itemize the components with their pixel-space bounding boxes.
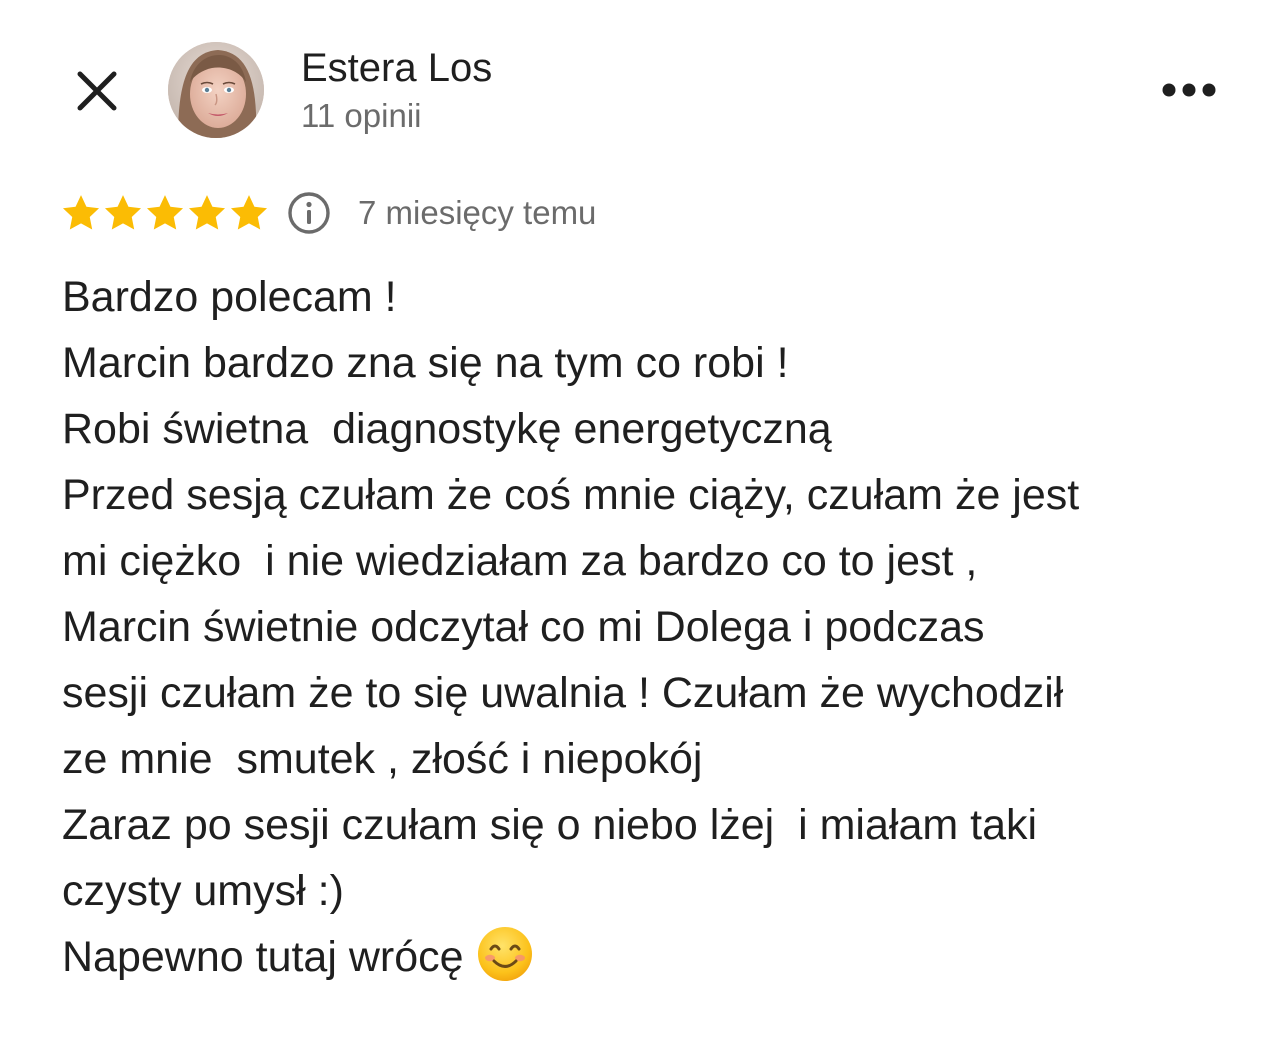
- review-line-text: Napewno tutaj wrócę: [62, 933, 464, 981]
- close-icon: [77, 71, 117, 111]
- review-line: Bardzo polecam !: [62, 273, 397, 321]
- info-button[interactable]: [286, 190, 332, 236]
- review-line: sesji czułam że to się uwalnia ! Czułam …: [62, 669, 1064, 717]
- star-icon: [104, 195, 142, 230]
- review-line: Marcin bardzo zna się na tym co robi !: [62, 339, 789, 387]
- more-horizontal-icon: [1162, 83, 1216, 97]
- star-rating: [60, 192, 270, 234]
- close-button[interactable]: [66, 60, 128, 122]
- review-line: mi ciężko i nie wiedziałam za bardzo co …: [62, 537, 978, 585]
- rating-row: 7 miesięcy temu: [60, 186, 596, 240]
- star-icon: [230, 195, 268, 230]
- review-text: Bardzo polecam ! Marcin bardzo zna się n…: [62, 264, 1252, 1002]
- star-icon: [146, 195, 184, 230]
- profile-photo-icon: [168, 42, 264, 138]
- review-line: Przed sesją czułam że coś mnie ciąży, cz…: [62, 471, 1080, 519]
- info-icon: [288, 192, 330, 234]
- review-card: Estera Los 11 opinii 7 miesięcy temu Bar…: [0, 0, 1284, 1042]
- author-name[interactable]: Estera Los: [301, 44, 492, 92]
- review-last-line: Napewno tutaj wrócę: [62, 924, 1252, 1002]
- review-line: Marcin świetnie odczytał co mi Dolega i …: [62, 603, 985, 651]
- review-line: Robi świetna diagnostykę energetyczną: [62, 405, 832, 453]
- review-line: Zaraz po sesji czułam się o niebo lżej i…: [62, 801, 1038, 849]
- more-options-button[interactable]: [1156, 66, 1222, 114]
- star-icon: [62, 195, 100, 230]
- star-icon: [188, 195, 226, 230]
- avatar[interactable]: [168, 42, 264, 138]
- review-line: czysty umysł :): [62, 867, 344, 915]
- review-line: ze mnie smutek , złość i niepokój: [62, 735, 703, 783]
- review-count: 11 opinii: [301, 97, 422, 134]
- review-date: 7 miesięcy temu: [358, 194, 597, 231]
- smiling-face-emoji-icon: [476, 925, 534, 1002]
